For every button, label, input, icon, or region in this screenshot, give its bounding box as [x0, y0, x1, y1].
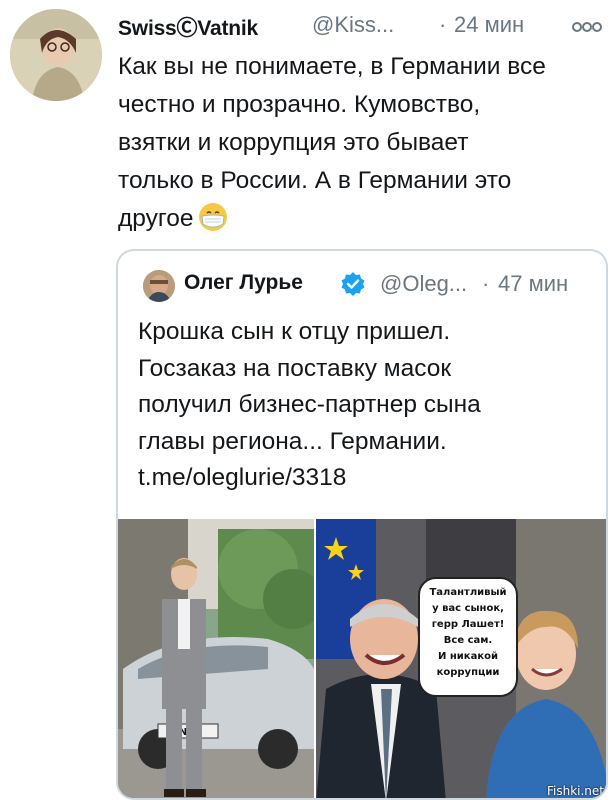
quoted-text-line: Госзаказ на поставку масок	[138, 354, 452, 382]
author-handle[interactable]: @Kiss...	[312, 12, 394, 38]
speech-bubble-line: коррупции	[436, 667, 500, 678]
header-separator: ·	[439, 12, 447, 37]
quoted-tweet-card[interactable]: Олег Лурье @Oleg... · 47 мин Крошка сын …	[116, 249, 608, 800]
speech-bubble: Талантливый у вас сынок, герр Лашет! Все…	[418, 577, 518, 697]
tweet-text-line: честно и прозрачно. Кумовство,	[118, 91, 481, 118]
quoted-tweet-media[interactable]: NM	[118, 519, 606, 798]
quoted-text-line: главы региона... Германии.	[138, 427, 447, 455]
speech-bubble-line: Талантливый	[429, 587, 507, 598]
quoted-author-name[interactable]: Олег Лурье	[184, 271, 303, 295]
tweet-text: Как вы не понимаете, в Германии все чест…	[118, 48, 604, 238]
tweet-text-line: взятки и коррупция это бывает	[118, 129, 469, 156]
quoted-tweet-link[interactable]: t.me/oleglurie/3318	[138, 460, 598, 497]
verified-badge-icon	[341, 272, 365, 296]
tweet-text-last-line: другое	[118, 200, 604, 238]
quoted-timestamp[interactable]: 47 мин	[498, 271, 568, 297]
speech-bubble-line: герр Лашет!	[431, 619, 505, 630]
author-name[interactable]: SwissⒸVatnik	[118, 12, 258, 42]
medical-mask-emoji-icon	[198, 203, 227, 231]
author-avatar[interactable]	[10, 9, 102, 101]
tweet-text-line: другое	[118, 205, 194, 232]
quoted-tweet-text: Крошка сын к отцу пришел. Госзаказ на по…	[138, 314, 598, 497]
quoted-text-line: получил бизнес-партнер сына	[138, 391, 481, 418]
quoted-text-line: Крошка сын к отцу пришел.	[138, 318, 451, 345]
quoted-header-separator: ·	[482, 271, 490, 296]
tweet-text-line: только в России. А в Германии это	[118, 167, 512, 194]
media-photo-politicians[interactable]: Талантливый у вас сынок, герр Лашет! Все…	[316, 519, 606, 798]
tweet[interactable]: SwissⒸVatnik @Kiss... · 24 мин Как вы не…	[0, 0, 612, 800]
quoted-author-handle[interactable]: @Oleg...	[380, 271, 467, 297]
tweet-header: SwissⒸVatnik @Kiss... · 24 мин	[118, 8, 602, 42]
watermark: Fishki.net	[546, 784, 604, 798]
speech-bubble-line: Все сам.	[443, 635, 493, 646]
more-options-icon[interactable]	[570, 18, 604, 36]
speech-bubble-line: у вас сынок,	[432, 603, 504, 614]
speech-bubble-line: И никакой	[438, 651, 498, 662]
tweet-text-line: Как вы не понимаете, в Германии все	[118, 53, 546, 80]
media-photo-man-with-car[interactable]: NM	[118, 519, 314, 798]
quoted-author-avatar[interactable]	[143, 270, 175, 302]
tweet-timestamp[interactable]: 24 мин	[454, 12, 524, 38]
